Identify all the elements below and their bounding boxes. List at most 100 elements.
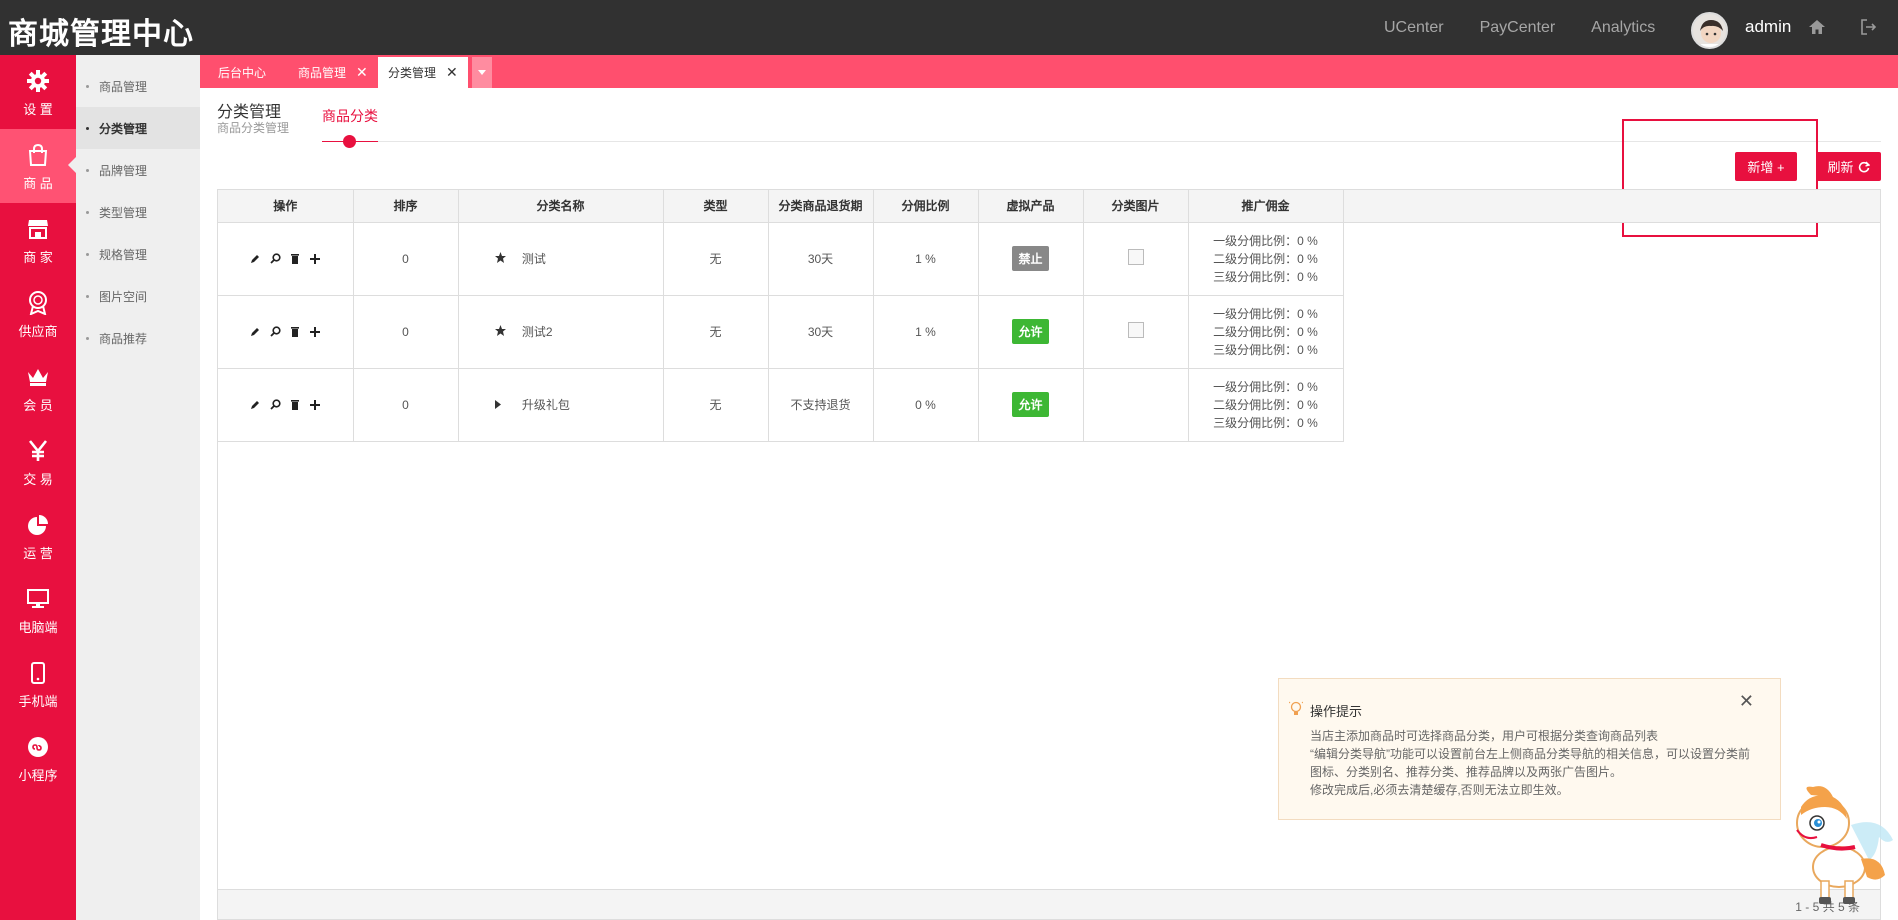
- close-icon[interactable]: ✕: [356, 64, 368, 81]
- nav-label: 小程序: [18, 768, 58, 783]
- tab-bar: 后台中心 商品管理 ✕ 分类管理 ✕: [200, 55, 1898, 88]
- row-image: [1083, 222, 1189, 296]
- avatar[interactable]: [1691, 12, 1728, 49]
- top-link-analytics[interactable]: Analytics: [1591, 19, 1655, 37]
- col-return-period[interactable]: 分类商品退货期: [768, 190, 874, 223]
- trash-icon[interactable]: [288, 252, 302, 266]
- commission-line: 三级分佣比例：0 %: [1213, 415, 1318, 430]
- close-icon[interactable]: ✕: [1739, 691, 1754, 712]
- row-name[interactable]: 升级礼包: [522, 398, 570, 412]
- commission-line: 二级分佣比例：0 %: [1213, 251, 1318, 266]
- mini-program-icon: [25, 734, 51, 760]
- nav-item-trade[interactable]: 交 易: [0, 425, 76, 499]
- subtab-goods-category[interactable]: 商品分类: [322, 106, 378, 126]
- virtual-toggle[interactable]: 允许: [1012, 392, 1049, 417]
- search-icon[interactable]: [268, 325, 282, 339]
- nav-item-supplier[interactable]: 供应商: [0, 277, 76, 351]
- pie-chart-icon: [25, 512, 51, 538]
- nav-item-goods[interactable]: 商 品: [0, 129, 76, 203]
- nav-item-merchant[interactable]: 商 家: [0, 203, 76, 277]
- add-child-icon[interactable]: [308, 398, 322, 412]
- row-image: [1083, 368, 1189, 442]
- commission-line: 三级分佣比例：0 %: [1213, 269, 1318, 284]
- virtual-toggle[interactable]: 允许: [1012, 319, 1049, 344]
- table-row: 0 测试2 无 30天 1 % 允许 一级分佣比例：0 % 二级分佣比例：0 %…: [218, 295, 1344, 369]
- nav-item-member[interactable]: 会 员: [0, 351, 76, 425]
- col-ratio[interactable]: 分佣比例: [873, 190, 979, 223]
- subnav-item-type[interactable]: 类型管理: [76, 191, 200, 233]
- subnav-item-brand[interactable]: 品牌管理: [76, 149, 200, 191]
- nav-item-mobile[interactable]: 手机端: [0, 647, 76, 721]
- table-header-row: 操作 排序 分类名称 类型 分类商品退货期 分佣比例 虚拟产品 分类图片 推广佣…: [218, 190, 1344, 223]
- virtual-toggle[interactable]: 禁止: [1012, 246, 1049, 271]
- row-ratio[interactable]: 1 %: [873, 295, 979, 369]
- top-link-paycenter[interactable]: PayCenter: [1480, 19, 1556, 37]
- mobile-icon: [25, 660, 51, 686]
- tab-category-manage[interactable]: 分类管理 ✕: [378, 57, 468, 88]
- image-placeholder-icon: [1127, 322, 1144, 338]
- nav-item-operation[interactable]: 运 营: [0, 499, 76, 573]
- row-virtual: 允许: [978, 295, 1084, 369]
- nav-item-pc[interactable]: 电脑端: [0, 573, 76, 647]
- trash-icon[interactable]: [288, 325, 302, 339]
- add-child-icon[interactable]: [308, 325, 322, 339]
- table-header-filler: [1343, 190, 1880, 223]
- nav-item-settings[interactable]: 设 置: [0, 55, 76, 129]
- refresh-icon: [1858, 161, 1870, 172]
- subnav-item-recommend[interactable]: 商品推荐: [76, 317, 200, 359]
- refresh-button[interactable]: 刷新: [1816, 152, 1881, 181]
- search-icon[interactable]: [268, 252, 282, 266]
- logout-icon[interactable]: [1859, 17, 1879, 37]
- commission-line: 二级分佣比例：0 %: [1213, 324, 1318, 339]
- edit-icon[interactable]: [248, 398, 262, 412]
- monitor-icon: [25, 586, 51, 612]
- row-commission: 一级分佣比例：0 % 二级分佣比例：0 % 三级分佣比例：0 %: [1188, 368, 1344, 442]
- caret-right-icon[interactable]: [494, 398, 509, 412]
- tip-line: “编辑分类导航”功能可以设置前台左上侧商品分类导航的相关信息，可以设置分类前图标…: [1310, 747, 1750, 779]
- tab-dashboard[interactable]: 后台中心: [218, 57, 266, 88]
- nav-label: 会 员: [23, 398, 53, 413]
- top-link-ucenter[interactable]: UCenter: [1384, 19, 1444, 37]
- row-return-period: 不支持退货: [768, 368, 874, 442]
- row-actions: [218, 222, 354, 296]
- tab-goods-manage[interactable]: 商品管理 ✕: [298, 57, 368, 88]
- tab-label: 商品管理: [298, 66, 347, 80]
- mascot-pony-icon[interactable]: [1781, 785, 1898, 907]
- commission-line: 一级分佣比例：0 %: [1213, 233, 1318, 248]
- row-image: [1083, 295, 1189, 369]
- row-type: 无: [663, 295, 769, 369]
- row-sort[interactable]: 0: [353, 295, 459, 369]
- trash-icon[interactable]: [288, 398, 302, 412]
- row-sort[interactable]: 0: [353, 368, 459, 442]
- top-links: UCenter PayCenter Analytics: [1384, 0, 1691, 55]
- star-icon: [494, 325, 509, 339]
- nav-label: 交 易: [23, 472, 53, 487]
- row-ratio[interactable]: 1 %: [873, 222, 979, 296]
- col-sort[interactable]: 排序: [353, 190, 459, 223]
- row-name[interactable]: 测试2: [522, 325, 553, 339]
- shopping-bag-icon: [25, 142, 51, 168]
- edit-icon[interactable]: [248, 252, 262, 266]
- close-icon[interactable]: ✕: [446, 64, 458, 81]
- col-name[interactable]: 分类名称: [458, 190, 664, 223]
- edit-icon[interactable]: [248, 325, 262, 339]
- subnav-item-goods[interactable]: 商品管理: [76, 65, 200, 107]
- subnav-item-category[interactable]: 分类管理: [76, 107, 200, 149]
- col-virtual[interactable]: 虚拟产品: [978, 190, 1084, 223]
- nav-item-miniprogram[interactable]: 小程序: [0, 721, 76, 795]
- pagination-bar: 1 - 5 共 5 条: [218, 889, 1880, 919]
- subnav-item-spec[interactable]: 规格管理: [76, 233, 200, 275]
- row-ratio[interactable]: 0 %: [873, 368, 979, 442]
- row-commission: 一级分佣比例：0 % 二级分佣比例：0 % 三级分佣比例：0 %: [1188, 295, 1344, 369]
- tab-label: 分类管理: [388, 66, 437, 80]
- row-sort[interactable]: 0: [353, 222, 459, 296]
- col-type[interactable]: 类型: [663, 190, 769, 223]
- tab-dropdown-button[interactable]: [472, 57, 492, 88]
- subnav-item-image-space[interactable]: 图片空间: [76, 275, 200, 317]
- username[interactable]: admin: [1745, 17, 1791, 37]
- category-table-body: 操作 排序 分类名称 类型 分类商品退货期 分佣比例 虚拟产品 分类图片 推广佣…: [218, 190, 1344, 442]
- add-child-icon[interactable]: [308, 252, 322, 266]
- row-name[interactable]: 测试: [522, 252, 546, 266]
- search-icon[interactable]: [268, 398, 282, 412]
- home-icon[interactable]: [1807, 17, 1827, 37]
